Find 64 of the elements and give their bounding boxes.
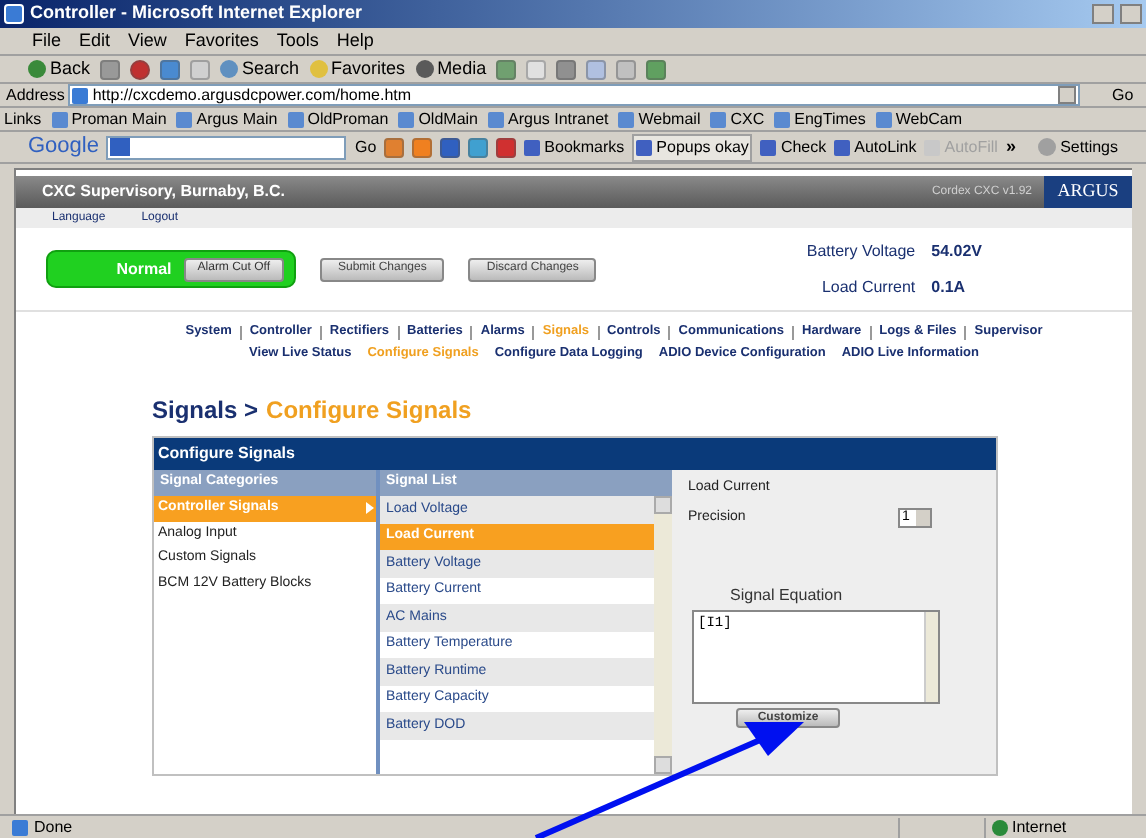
brand-logo: ARGUS — [1044, 176, 1132, 208]
link-button[interactable]: OldMain — [398, 107, 478, 131]
panel-title: Configure Signals — [154, 438, 996, 470]
menu-item[interactable]: Edit — [79, 27, 111, 55]
more-button[interactable]: » — [1005, 133, 1016, 161]
window-title: Controller - Microsoft Internet Explorer — [30, 0, 363, 27]
minimize-button[interactable] — [1092, 4, 1114, 24]
back-button[interactable]: Back — [28, 55, 91, 83]
toolbar-icon[interactable] — [586, 59, 607, 79]
search-button[interactable]: Search — [220, 55, 300, 83]
toolbar-icon[interactable] — [384, 137, 405, 157]
equation-label: Signal Equation — [728, 584, 845, 608]
restore-button[interactable] — [1120, 4, 1142, 24]
browser-icon — [4, 4, 24, 24]
page-icon — [72, 87, 89, 103]
toolbar-icon[interactable] — [556, 59, 577, 79]
reading-label: Load Current — [819, 275, 916, 299]
google-logo: Google — [28, 132, 99, 163]
reading-value: 0.1A — [931, 275, 968, 299]
link-button[interactable]: Argus Main — [176, 107, 278, 131]
breadcrumb-current: Configure Signals — [266, 394, 472, 428]
google-search-field[interactable] — [106, 135, 347, 159]
stop-icon[interactable] — [130, 59, 151, 79]
reading-value: 54.02V — [931, 239, 982, 263]
toolbar-button[interactable]: Check — [760, 135, 827, 159]
toolbar-button[interactable]: Bookmarks — [524, 135, 625, 159]
address-label: Address — [6, 83, 65, 107]
toolbar-button[interactable]: Popups okay — [632, 133, 753, 161]
toolbar-icon[interactable] — [616, 59, 637, 79]
toolbar-icon[interactable] — [412, 137, 433, 157]
toolbar-icon[interactable] — [496, 59, 517, 79]
menu-item[interactable]: View — [128, 27, 167, 55]
link-button[interactable]: WebCam — [875, 107, 963, 131]
status-text: Normal — [116, 257, 172, 281]
menu-item[interactable]: File — [32, 27, 62, 55]
scrollbar[interactable] — [654, 496, 672, 774]
address-url: http://cxcdemo.argusdcpower.com/home.htm — [92, 83, 414, 107]
menu-item[interactable]: Help — [336, 27, 374, 55]
zone-text: Internet — [1012, 815, 1067, 838]
menu-item[interactable]: Tools — [276, 27, 319, 55]
links-label: Links — [4, 107, 42, 131]
link-button[interactable]: Webmail — [618, 107, 701, 131]
settings-button[interactable]: Settings — [1038, 135, 1118, 159]
link-button[interactable]: EngTimes — [774, 107, 866, 131]
reading-label: Battery Voltage — [806, 239, 916, 263]
toolbar-icon[interactable] — [526, 59, 547, 79]
page-icon — [12, 819, 28, 835]
link-button[interactable]: Argus Intranet — [488, 107, 609, 131]
toolbar-icon[interactable] — [646, 59, 667, 79]
toolbar-icon[interactable] — [468, 137, 489, 157]
status-text: Done — [34, 815, 75, 838]
link-button[interactable]: OldProman — [287, 107, 389, 131]
breadcrumb-section: Signals > — [152, 392, 259, 428]
address-field[interactable]: http://cxcdemo.argusdcpower.com/home.htm — [68, 84, 1080, 106]
go-button[interactable]: Go — [1084, 83, 1140, 107]
toolbar-button[interactable]: AutoLink — [834, 135, 917, 159]
menu-item[interactable]: Favorites — [184, 27, 259, 55]
favorites-button[interactable]: Favorites — [309, 55, 406, 83]
link-button[interactable]: Proman Main — [51, 107, 167, 131]
site-name: CXC Supervisory, Burnaby, B.C. — [40, 180, 288, 204]
go-button[interactable]: Go — [354, 135, 377, 159]
link-button[interactable]: CXC — [710, 107, 765, 131]
media-button[interactable]: Media — [415, 55, 487, 83]
globe-icon — [992, 819, 1008, 835]
